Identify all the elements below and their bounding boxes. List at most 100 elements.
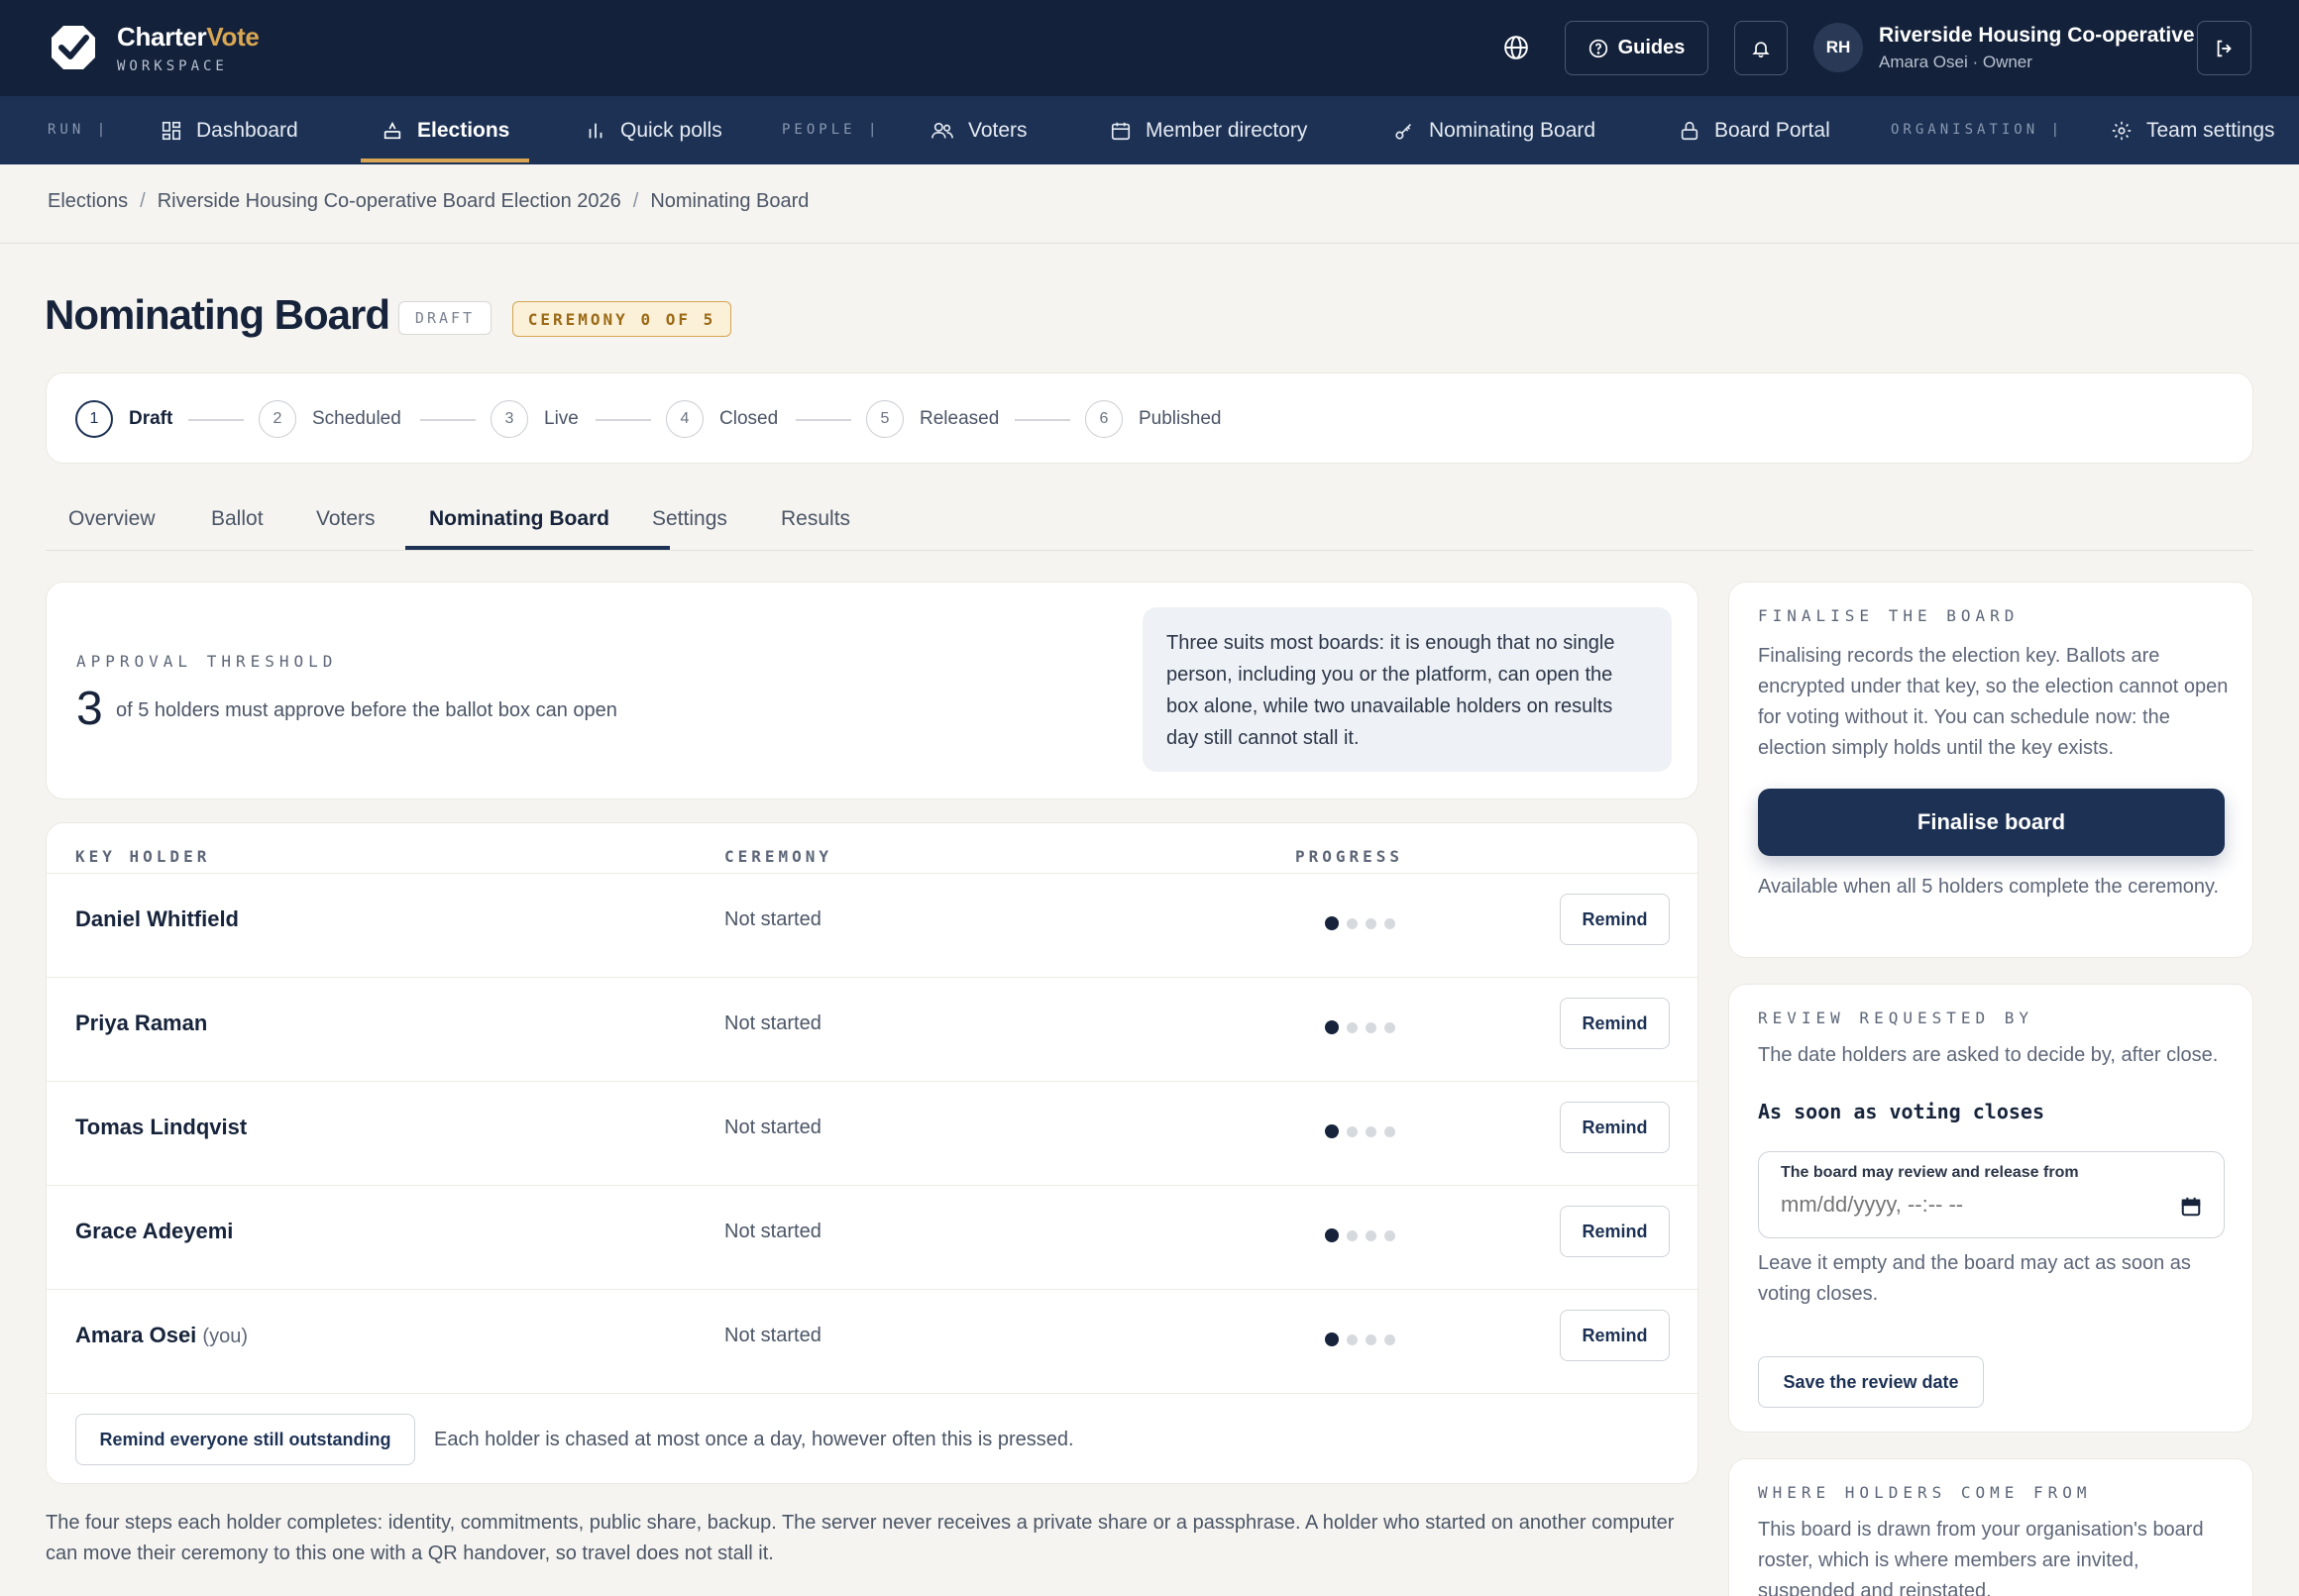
nav-section-label: PEOPLE [782,122,856,138]
nav-section-label: ORGANISATION [1891,122,2039,138]
where-holders-card: WHERE HOLDERS COME FROM This board is dr… [1728,1458,2253,1596]
step-live: 3 Live [491,400,579,438]
progress-dots [1325,916,1395,930]
review-current-value: As soon as voting closes [1758,1100,2044,1123]
progress-dot [1384,1333,1395,1345]
tab-results[interactable]: Results [781,507,850,531]
column-header-ceremony: CEREMONY [724,847,833,866]
where-eyebrow: WHERE HOLDERS COME FROM [1758,1483,2092,1502]
step-connector [1015,419,1070,421]
election-stepper: 1 Draft 2 Scheduled 3 Live 4 Closed 5 Re… [46,372,2253,464]
progress-dots [1325,1332,1395,1346]
review-help-text: Leave it empty and the board may act as … [1758,1252,2191,1305]
nav-item-dashboard[interactable]: Dashboard [161,96,298,164]
remind-button[interactable]: Remind [1560,1206,1670,1257]
tab-nominating-board[interactable]: Nominating Board [429,507,609,531]
step-number: 5 [866,400,904,438]
review-datetime-input[interactable] [1781,1192,2177,1218]
review-datetime-field[interactable]: The board may review and release from [1758,1151,2225,1238]
table-row: Daniel Whitfield Not started Remind [47,873,1697,977]
gear-icon [2112,121,2132,140]
step-label: Live [544,408,579,429]
nav-item-quick-polls[interactable]: Quick polls [585,96,722,164]
nav-item-board-portal[interactable]: Board Portal [1679,96,1830,164]
language-globe-icon[interactable] [1498,30,1534,65]
column-header-holder: KEY HOLDER [75,847,211,866]
step-closed: 4 Closed [666,400,778,438]
remind-button[interactable]: Remind [1560,894,1670,945]
step-connector [796,419,851,421]
chartervote-logo-icon[interactable] [48,22,99,73]
nav-item-label: Board Portal [1714,118,1830,142]
holder-name-text: Daniel Whitfield [75,906,239,931]
breadcrumb-divider [0,243,2299,244]
guides-label: Guides [1617,37,1686,58]
finalise-board-card: FINALISE THE BOARD Finalising records th… [1728,582,2253,958]
key-icon [1395,123,1412,140]
progress-dot [1384,1021,1395,1033]
remind-button[interactable]: Remind [1560,1102,1670,1153]
calendar-icon[interactable] [2180,1196,2202,1218]
election-tabs: Overview Ballot Voters Nominating Board … [46,485,2253,551]
brand-name: CharterVote [117,22,260,53]
save-review-date-button[interactable]: Save the review date [1758,1356,1984,1408]
step-label: Published [1139,408,1222,429]
table-row: Amara Osei (you) Not started Remind [47,1289,1697,1393]
dashboard-icon [162,121,181,140]
table-row: Tomas Lindqvist Not started Remind [47,1081,1697,1185]
ceremony-status: Not started [724,1117,821,1138]
page-title: Nominating Board [45,291,390,338]
table-row: Priya Raman Not started Remind [47,977,1697,1081]
holder-name: Priya Raman [75,1011,207,1036]
ceremony-status: Not started [724,908,821,930]
tab-settings[interactable]: Settings [652,507,727,531]
breadcrumb-election[interactable]: Riverside Housing Co-operative Board Ele… [158,190,621,213]
table-row: Grace Adeyemi Not started Remind [47,1185,1697,1289]
table-footer: Remind everyone still outstanding Each h… [47,1393,1697,1483]
progress-dot [1347,1125,1358,1137]
logout-icon[interactable] [2197,21,2251,75]
finalise-eyebrow: FINALISE THE BOARD [1758,606,2020,625]
step-published: 6 Published [1085,400,1221,438]
holder-name-text: Tomas Lindqvist [75,1115,248,1139]
nav-item-label: Elections [417,118,510,142]
remind-button[interactable]: Remind [1560,998,1670,1049]
step-connector [596,419,651,421]
brand-subtitle: WORKSPACE [117,58,228,74]
step-label: Released [920,408,1000,429]
remind-button[interactable]: Remind [1560,1310,1670,1361]
org-name[interactable]: Riverside Housing Co-operative [1879,24,2195,48]
progress-dot [1347,917,1358,929]
avatar[interactable]: RH [1813,23,1863,72]
nav-item-voters[interactable]: Voters [931,96,1028,164]
guides-button[interactable]: Guides [1565,21,1708,75]
finalise-board-button[interactable]: Finalise board [1758,789,2225,856]
tab-voters[interactable]: Voters [316,507,376,531]
progress-dot [1347,1333,1358,1345]
remind-all-button[interactable]: Remind everyone still outstanding [75,1414,415,1465]
progress-dot [1347,1229,1358,1241]
holder-name: Grace Adeyemi [75,1219,233,1244]
threshold-eyebrow: APPROVAL THRESHOLD [76,652,338,671]
tab-ballot[interactable]: Ballot [211,507,264,531]
nav-item-member-directory[interactable]: Member directory [1110,96,1307,164]
step-number: 3 [491,400,528,438]
remind-footer-note: Each holder is chased at most once a day… [434,1429,1074,1450]
review-description: The date holders are asked to decide by,… [1758,1044,2219,1066]
progress-dot-done [1325,1228,1339,1242]
nav-item-team-settings[interactable]: Team settings [2111,96,2275,164]
top-bar: CharterVote WORKSPACE Guides RH Riversid… [0,0,2299,96]
notifications-bell-icon[interactable] [1734,21,1788,75]
nav-item-nominating-board[interactable]: Nominating Board [1393,96,1595,164]
nav-item-label: Voters [968,118,1028,142]
step-released: 5 Released [866,400,999,438]
step-label: Closed [719,408,779,429]
breadcrumb-elections[interactable]: Elections [48,190,128,213]
holder-name-text: Amara Osei [75,1323,197,1347]
step-number: 2 [259,400,296,438]
nav-section-organisation: ORGANISATION | [1891,122,2064,138]
nav-active-underline [361,159,529,162]
tab-overview[interactable]: Overview [68,507,156,531]
nav-item-elections[interactable]: Elections [382,96,509,164]
step-connector [188,419,244,421]
